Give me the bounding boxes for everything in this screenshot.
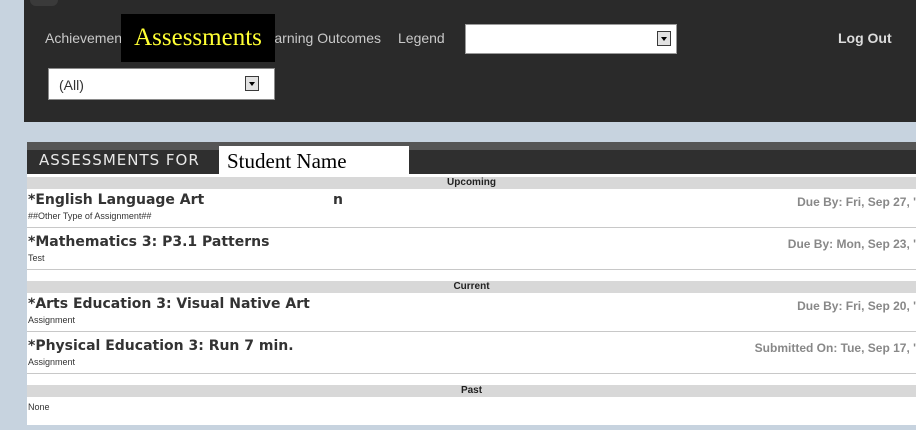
- section-current: Current: [27, 281, 916, 293]
- filter-select-value: (All): [59, 77, 84, 93]
- assignment-date: Due By: Fri, Sep 20, ': [797, 299, 916, 313]
- nav-achievement[interactable]: Achievement: [45, 30, 123, 46]
- assignment-row[interactable]: *English Language Art n ##Other Type of A…: [27, 189, 916, 228]
- panel-header-highlight: [27, 142, 916, 150]
- nav-legend[interactable]: Legend: [398, 30, 445, 46]
- chevron-down-icon[interactable]: [657, 31, 671, 46]
- student-select[interactable]: [465, 24, 677, 54]
- assignment-type: Assignment: [28, 357, 76, 367]
- assessments-panel: ASSESSMENTS FOR Student Name Upcoming *E…: [27, 142, 916, 425]
- section-upcoming: Upcoming: [27, 177, 916, 189]
- assignment-type: ##Other Type of Assignment##: [28, 211, 152, 221]
- logout-link[interactable]: Log Out: [838, 30, 892, 46]
- chevron-down-icon[interactable]: [245, 76, 259, 91]
- assignment-row[interactable]: *Arts Education 3: Visual Native Art Ass…: [27, 293, 916, 332]
- filter-select[interactable]: (All): [48, 68, 275, 100]
- nav-learning-outcomes[interactable]: Learning Outcomes: [269, 30, 381, 46]
- assignment-type: Test: [28, 253, 45, 263]
- page-edge: [0, 0, 24, 122]
- assignment-title[interactable]: *Mathematics 3: P3.1 Patterns: [28, 234, 269, 250]
- assignment-type: Assignment: [28, 315, 76, 325]
- assignment-title[interactable]: *Physical Education 3: Run 7 min.: [28, 338, 294, 354]
- section-past: Past: [27, 385, 916, 397]
- top-decoration: [30, 0, 58, 6]
- assignment-date: Due By: Mon, Sep 23, ': [787, 237, 916, 251]
- assignment-title[interactable]: *English Language Art n: [28, 192, 343, 208]
- past-empty-row: None: [27, 397, 916, 415]
- assignment-date: Due By: Fri, Sep 27, ': [797, 195, 916, 209]
- past-none-text: None: [28, 402, 50, 412]
- panel-title: ASSESSMENTS FOR: [39, 151, 200, 169]
- student-name: Student Name: [219, 146, 409, 176]
- assignment-row[interactable]: *Physical Education 3: Run 7 min. Assign…: [27, 335, 916, 374]
- panel-header: ASSESSMENTS FOR Student Name: [27, 142, 916, 176]
- assignment-date: Submitted On: Tue, Sep 17, ': [754, 341, 916, 355]
- assignment-row[interactable]: *Mathematics 3: P3.1 Patterns Test Due B…: [27, 231, 916, 270]
- assignment-title[interactable]: *Arts Education 3: Visual Native Art: [28, 296, 310, 312]
- nav-assessments[interactable]: Assessments: [121, 14, 275, 62]
